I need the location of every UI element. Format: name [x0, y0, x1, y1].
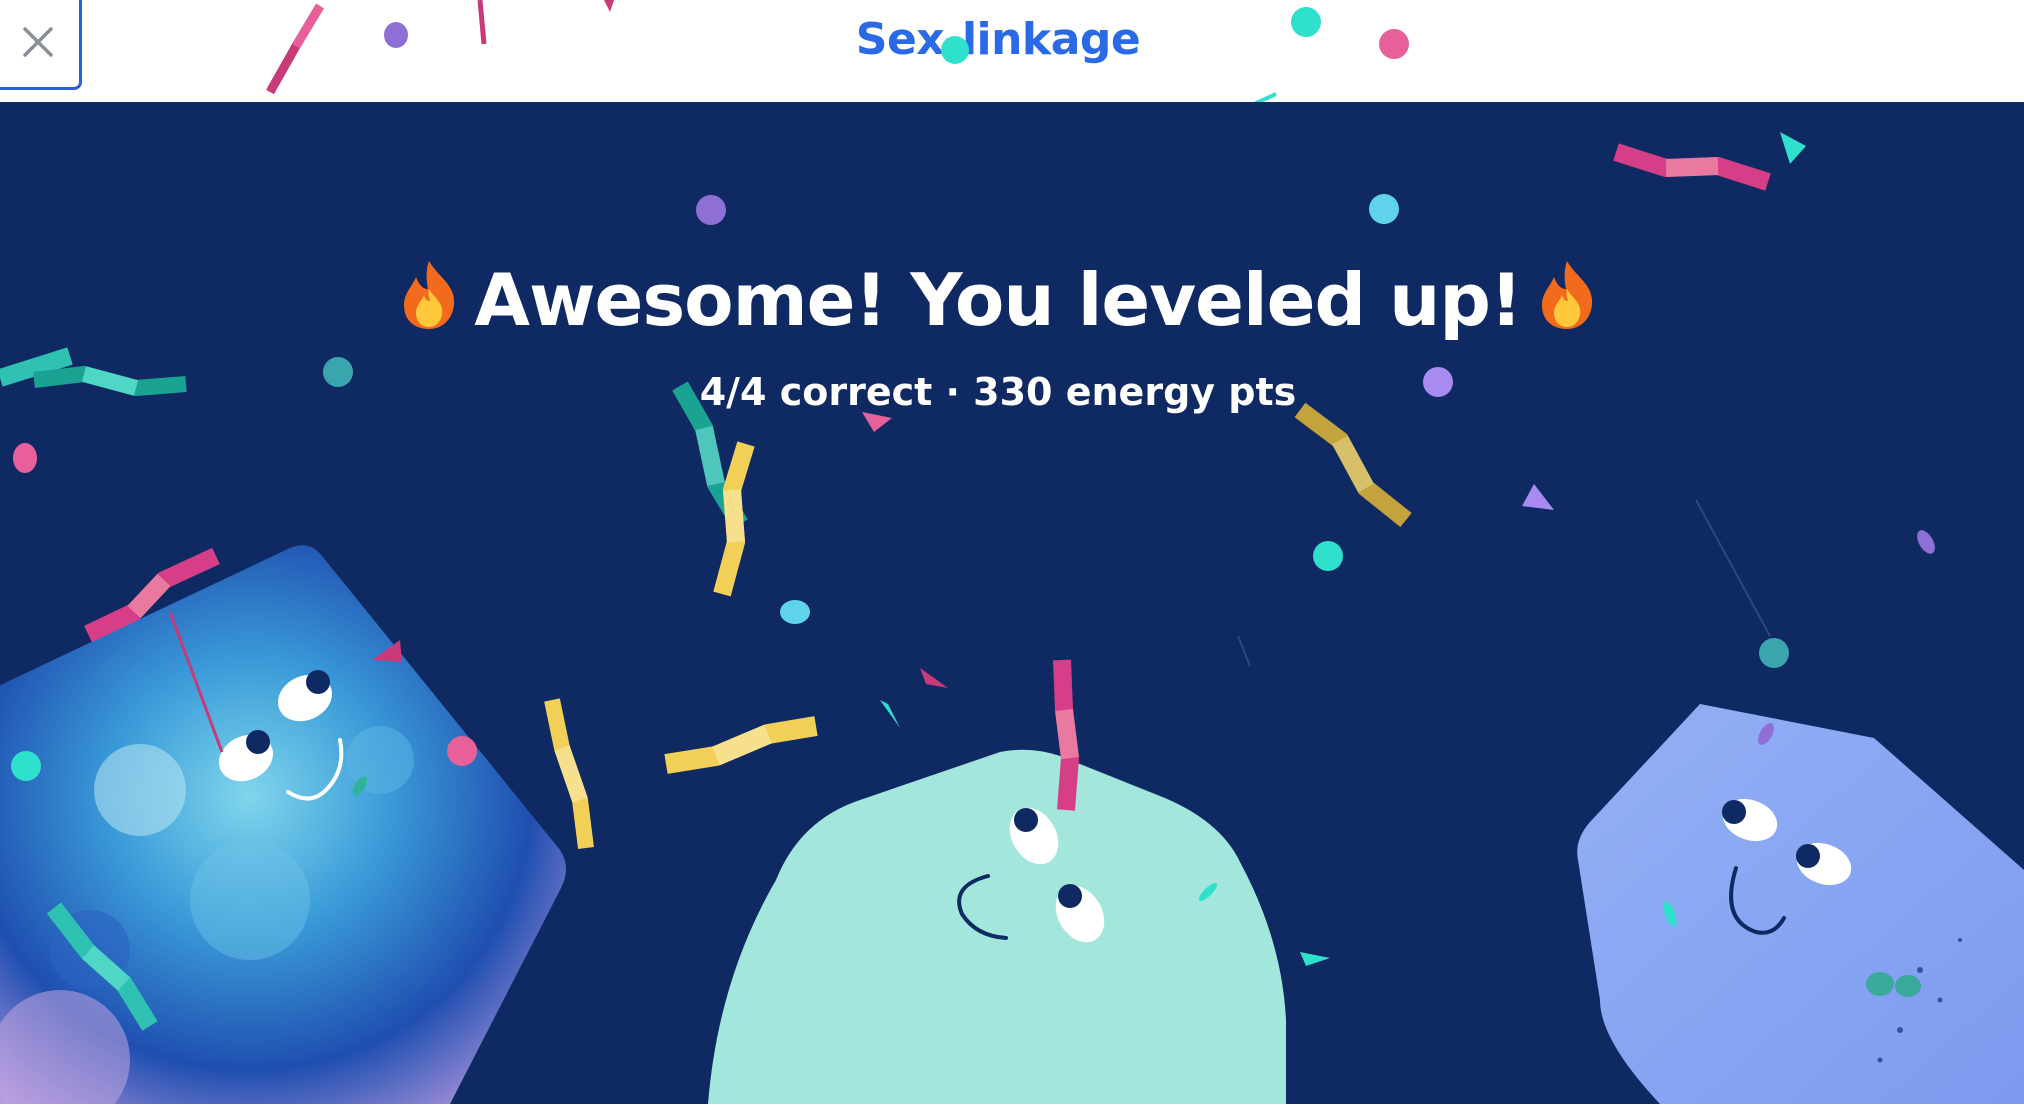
bottom-edge: [0, 1104, 2024, 1112]
confetti-and-characters: [0, 132, 2024, 1104]
fire-icon: [1536, 259, 1598, 348]
fire-icon: [398, 259, 460, 348]
top-bar: Sex-linkage: [0, 0, 2024, 102]
close-button[interactable]: [0, 0, 82, 90]
blue-galaxy-blob: [0, 545, 566, 1104]
periwinkle-blob: [1577, 704, 2024, 1104]
close-icon: [23, 27, 53, 57]
celebration-headline: Awesome! You leveled up!: [0, 258, 1996, 348]
headline-text: Awesome! You leveled up!: [474, 258, 1522, 342]
celebration-stage: Awesome! You leveled up! 4/4 correct · 3…: [0, 102, 2024, 1104]
app-title: Sex-linkage: [855, 14, 1141, 65]
mint-blob: [708, 749, 1286, 1104]
score-summary: 4/4 correct · 330 energy pts: [699, 370, 1297, 414]
